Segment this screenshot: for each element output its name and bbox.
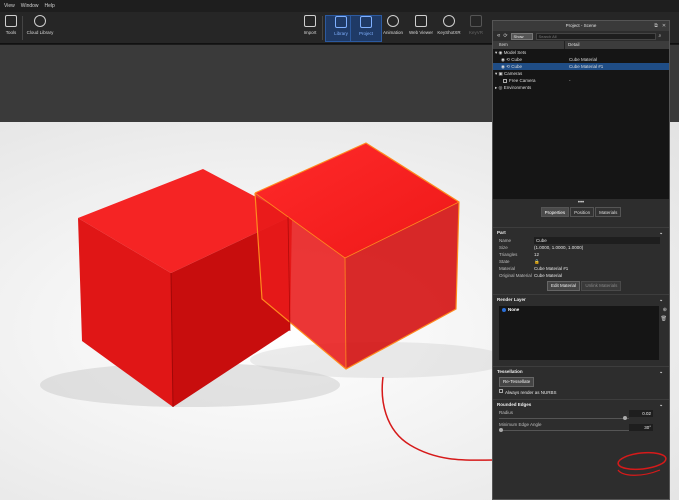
chevron-down-icon: ⌄ [659, 297, 663, 302]
project-icon [360, 16, 372, 28]
tree-header: Item Detail [493, 41, 669, 49]
splitter-handle[interactable]: ••• [493, 199, 669, 207]
tree-row-cameras[interactable]: ▾ ▣ Cameras [493, 70, 669, 77]
render-layer-list: None ⊕ 🗑 [499, 306, 667, 360]
prop-size: Size (1.0000, 1.0000, 1.0000) [499, 245, 584, 250]
part-section: Part ⌄ Name Cube Size (1.0000, 1.0000, 1.00… [493, 227, 669, 294]
tree-row-environments[interactable]: ▸ ◎ Environments [493, 84, 669, 91]
annotation-arrow [381, 376, 496, 461]
menu-bar: View Window Help [0, 0, 679, 12]
edit-material-button[interactable]: Edit Material [547, 281, 581, 291]
tree-row-model-sets[interactable]: ▾ ◉ Model Sets [493, 49, 669, 56]
panel-toolrow: « ⟳ Show Search All ⌕ [493, 31, 669, 41]
radius-input[interactable]: 0.02 [629, 410, 653, 417]
min-angle-slider-knob [499, 428, 503, 432]
chevron-down-icon: ⌄ [659, 369, 663, 374]
animation-icon [387, 15, 399, 27]
chevron-down-icon: ⌄ [659, 402, 663, 407]
tree-row-cube[interactable]: ◉ ⟲ Cube Cube Material [493, 56, 669, 63]
camera-icon [503, 78, 507, 83]
tab-materials[interactable]: Materials [595, 207, 622, 217]
keyvr-icon [470, 15, 482, 27]
render-layer-none[interactable]: None [499, 306, 659, 313]
lock-icon[interactable]: 🔒 [534, 258, 540, 265]
radius-slider[interactable] [499, 416, 629, 421]
min-angle-input[interactable]: 30° [629, 424, 653, 431]
library-icon [335, 16, 347, 28]
re-tessellate-button[interactable]: Re-Tessellate [499, 377, 535, 387]
min-angle-slider[interactable] [499, 428, 629, 433]
cloud-library-icon [34, 15, 46, 27]
tab-properties[interactable]: Properties [540, 207, 570, 217]
tools-icon [5, 15, 17, 27]
menu-help[interactable]: Help [45, 3, 55, 9]
tree-row-free-camera[interactable]: Free Camera - [493, 77, 669, 84]
toolbar-divider [322, 16, 323, 40]
add-layer-icon[interactable]: ⊕ [663, 307, 667, 313]
render-layer-section: Render Layer ⌄ None ⊕ 🗑 [493, 294, 669, 360]
tessellation-section: Tessellation ⌄ Re-Tessellate Always rende… [493, 366, 669, 396]
prop-state: State 🔒 [499, 258, 540, 265]
chevron-down-icon: ⌄ [659, 230, 663, 235]
tree-row-cube-selected[interactable]: ◉ ⟲ Cube Cube Material #1 [493, 63, 669, 70]
tessellation-heading[interactable]: Tessellation ⌄ [493, 367, 669, 376]
keyshotxr-icon [443, 15, 455, 27]
menu-window[interactable]: Window [21, 3, 39, 9]
show-select[interactable]: Show [510, 32, 533, 40]
delete-layer-icon[interactable]: 🗑 [661, 316, 667, 322]
column-item[interactable]: Item [493, 41, 565, 49]
nurbs-option[interactable]: Always render as NURBS [493, 389, 669, 396]
scene-tree: ▾ ◉ Model Sets ◉ ⟲ Cube Cube Material ◉ … [493, 49, 669, 199]
toolbar-divider [22, 16, 23, 40]
prop-original-material: Original Material Cube Material [499, 273, 563, 278]
web-viewer-icon [415, 15, 427, 27]
prop-triangles: Triangles 12 [499, 252, 540, 257]
panel-title: Project - Scene [565, 23, 597, 28]
keyvr-button[interactable]: KeyVR [460, 15, 492, 35]
radio-selected-icon [502, 307, 506, 312]
cloud-library-button[interactable]: Cloud Library [24, 15, 56, 35]
search-icon[interactable]: ⌕ [659, 33, 662, 39]
tab-position[interactable]: Position [570, 207, 595, 217]
menu-view[interactable]: View [4, 3, 15, 9]
prop-name: Name Cube [493, 237, 669, 244]
rounded-edges-heading[interactable]: Rounded Edges ⌄ [493, 400, 669, 409]
cube-right-selected[interactable] [254, 142, 460, 370]
search-input[interactable]: Search All [535, 32, 656, 40]
properties-tabs: Properties Position Materials [493, 207, 669, 217]
nurbs-checkbox [499, 389, 503, 393]
import-icon [304, 15, 316, 27]
close-icon[interactable]: ✕ [661, 23, 667, 29]
name-field[interactable]: Cube [534, 237, 660, 244]
refresh-icon[interactable]: ⟳ [503, 33, 507, 39]
prop-material: Material Cube Material #1 [499, 266, 569, 271]
undock-icon[interactable]: ⧉ [653, 23, 659, 29]
radius-slider-knob [623, 416, 627, 420]
collapse-icon[interactable]: « [497, 33, 500, 39]
part-heading[interactable]: Part ⌄ [493, 228, 669, 237]
render-layer-heading[interactable]: Render Layer ⌄ [493, 295, 669, 304]
panel-title-bar: Project - Scene ⧉ ✕ [493, 21, 669, 31]
unlink-materials-button[interactable]: Unlink Materials [581, 281, 622, 291]
column-detail[interactable]: Detail [565, 41, 580, 49]
rounded-edges-section: Rounded Edges ⌄ Radius 0.02 Minimum Edge … [493, 399, 669, 433]
project-panel: Project - Scene ⧉ ✕ « ⟳ Show Search All … [492, 20, 670, 500]
